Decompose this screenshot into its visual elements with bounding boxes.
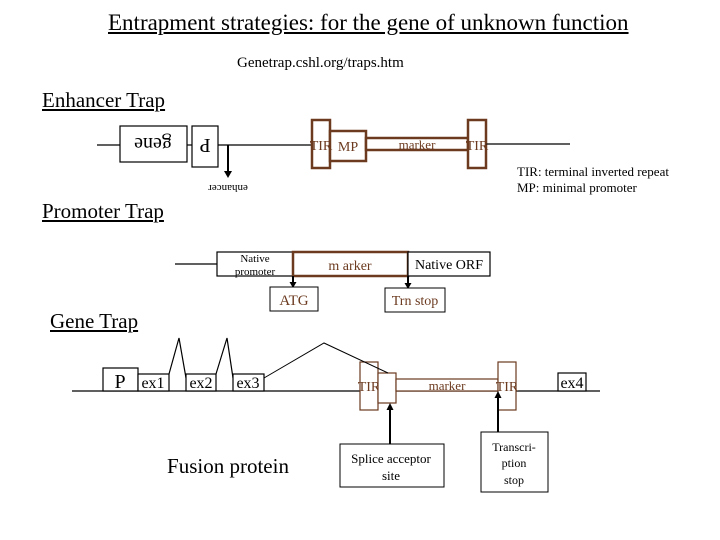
transcription-stop-label-3: stop (504, 473, 524, 487)
mp-label: MP (338, 140, 358, 155)
trn-stop-label: Trn stop (392, 294, 439, 309)
native-promoter-label-1: Native (240, 253, 269, 265)
tir-right-label: TIR (466, 139, 489, 154)
promoter-label: P (114, 371, 125, 393)
gene-label: gene (134, 133, 172, 155)
intron-splice-line (215, 337, 234, 379)
splice-acceptor-box (377, 372, 397, 404)
diagram-canvas: enhancer gene P TIR MP marker TIR Native… (72, 118, 600, 493)
marker-label: marker (399, 137, 436, 152)
native-orf-label: Native ORF (415, 258, 483, 273)
intron-splice-line (168, 337, 187, 379)
enhancer-label: enhancer (208, 182, 248, 194)
transcription-stop-label-1: Transcri- (492, 440, 536, 454)
marker-label: m arker (328, 259, 371, 274)
tir-right-label: TIR (496, 380, 519, 395)
promoter-trap-diagram: Native promoter m arker Native ORF ATG T… (175, 250, 491, 313)
exon-label: ex3 (236, 375, 259, 392)
exon-label: ex2 (189, 375, 212, 392)
splice-acceptor-label-2: site (382, 468, 400, 483)
fusion-protein-label: Fusion protein (167, 454, 289, 478)
marker-label: marker (429, 378, 466, 393)
tir-left-label: TIR (310, 139, 333, 154)
promoter-label: P (199, 134, 210, 156)
transcription-stop-label-2: ption (502, 456, 527, 470)
arrowhead-icon (224, 171, 232, 178)
exon-label: ex4 (560, 375, 583, 392)
native-promoter-label-2: promoter (235, 266, 276, 278)
atg-label: ATG (279, 293, 308, 309)
gene-trap-diagram: P ex1 ex2 ex3 TIR marker TIR ex4 Splice … (72, 337, 600, 493)
arrowhead-icon (386, 403, 394, 410)
enhancer-trap-diagram: enhancer gene P TIR MP marker TIR (97, 118, 570, 194)
splice-acceptor-label-1: Splice acceptor (351, 451, 431, 466)
exon-label: ex1 (141, 375, 164, 392)
